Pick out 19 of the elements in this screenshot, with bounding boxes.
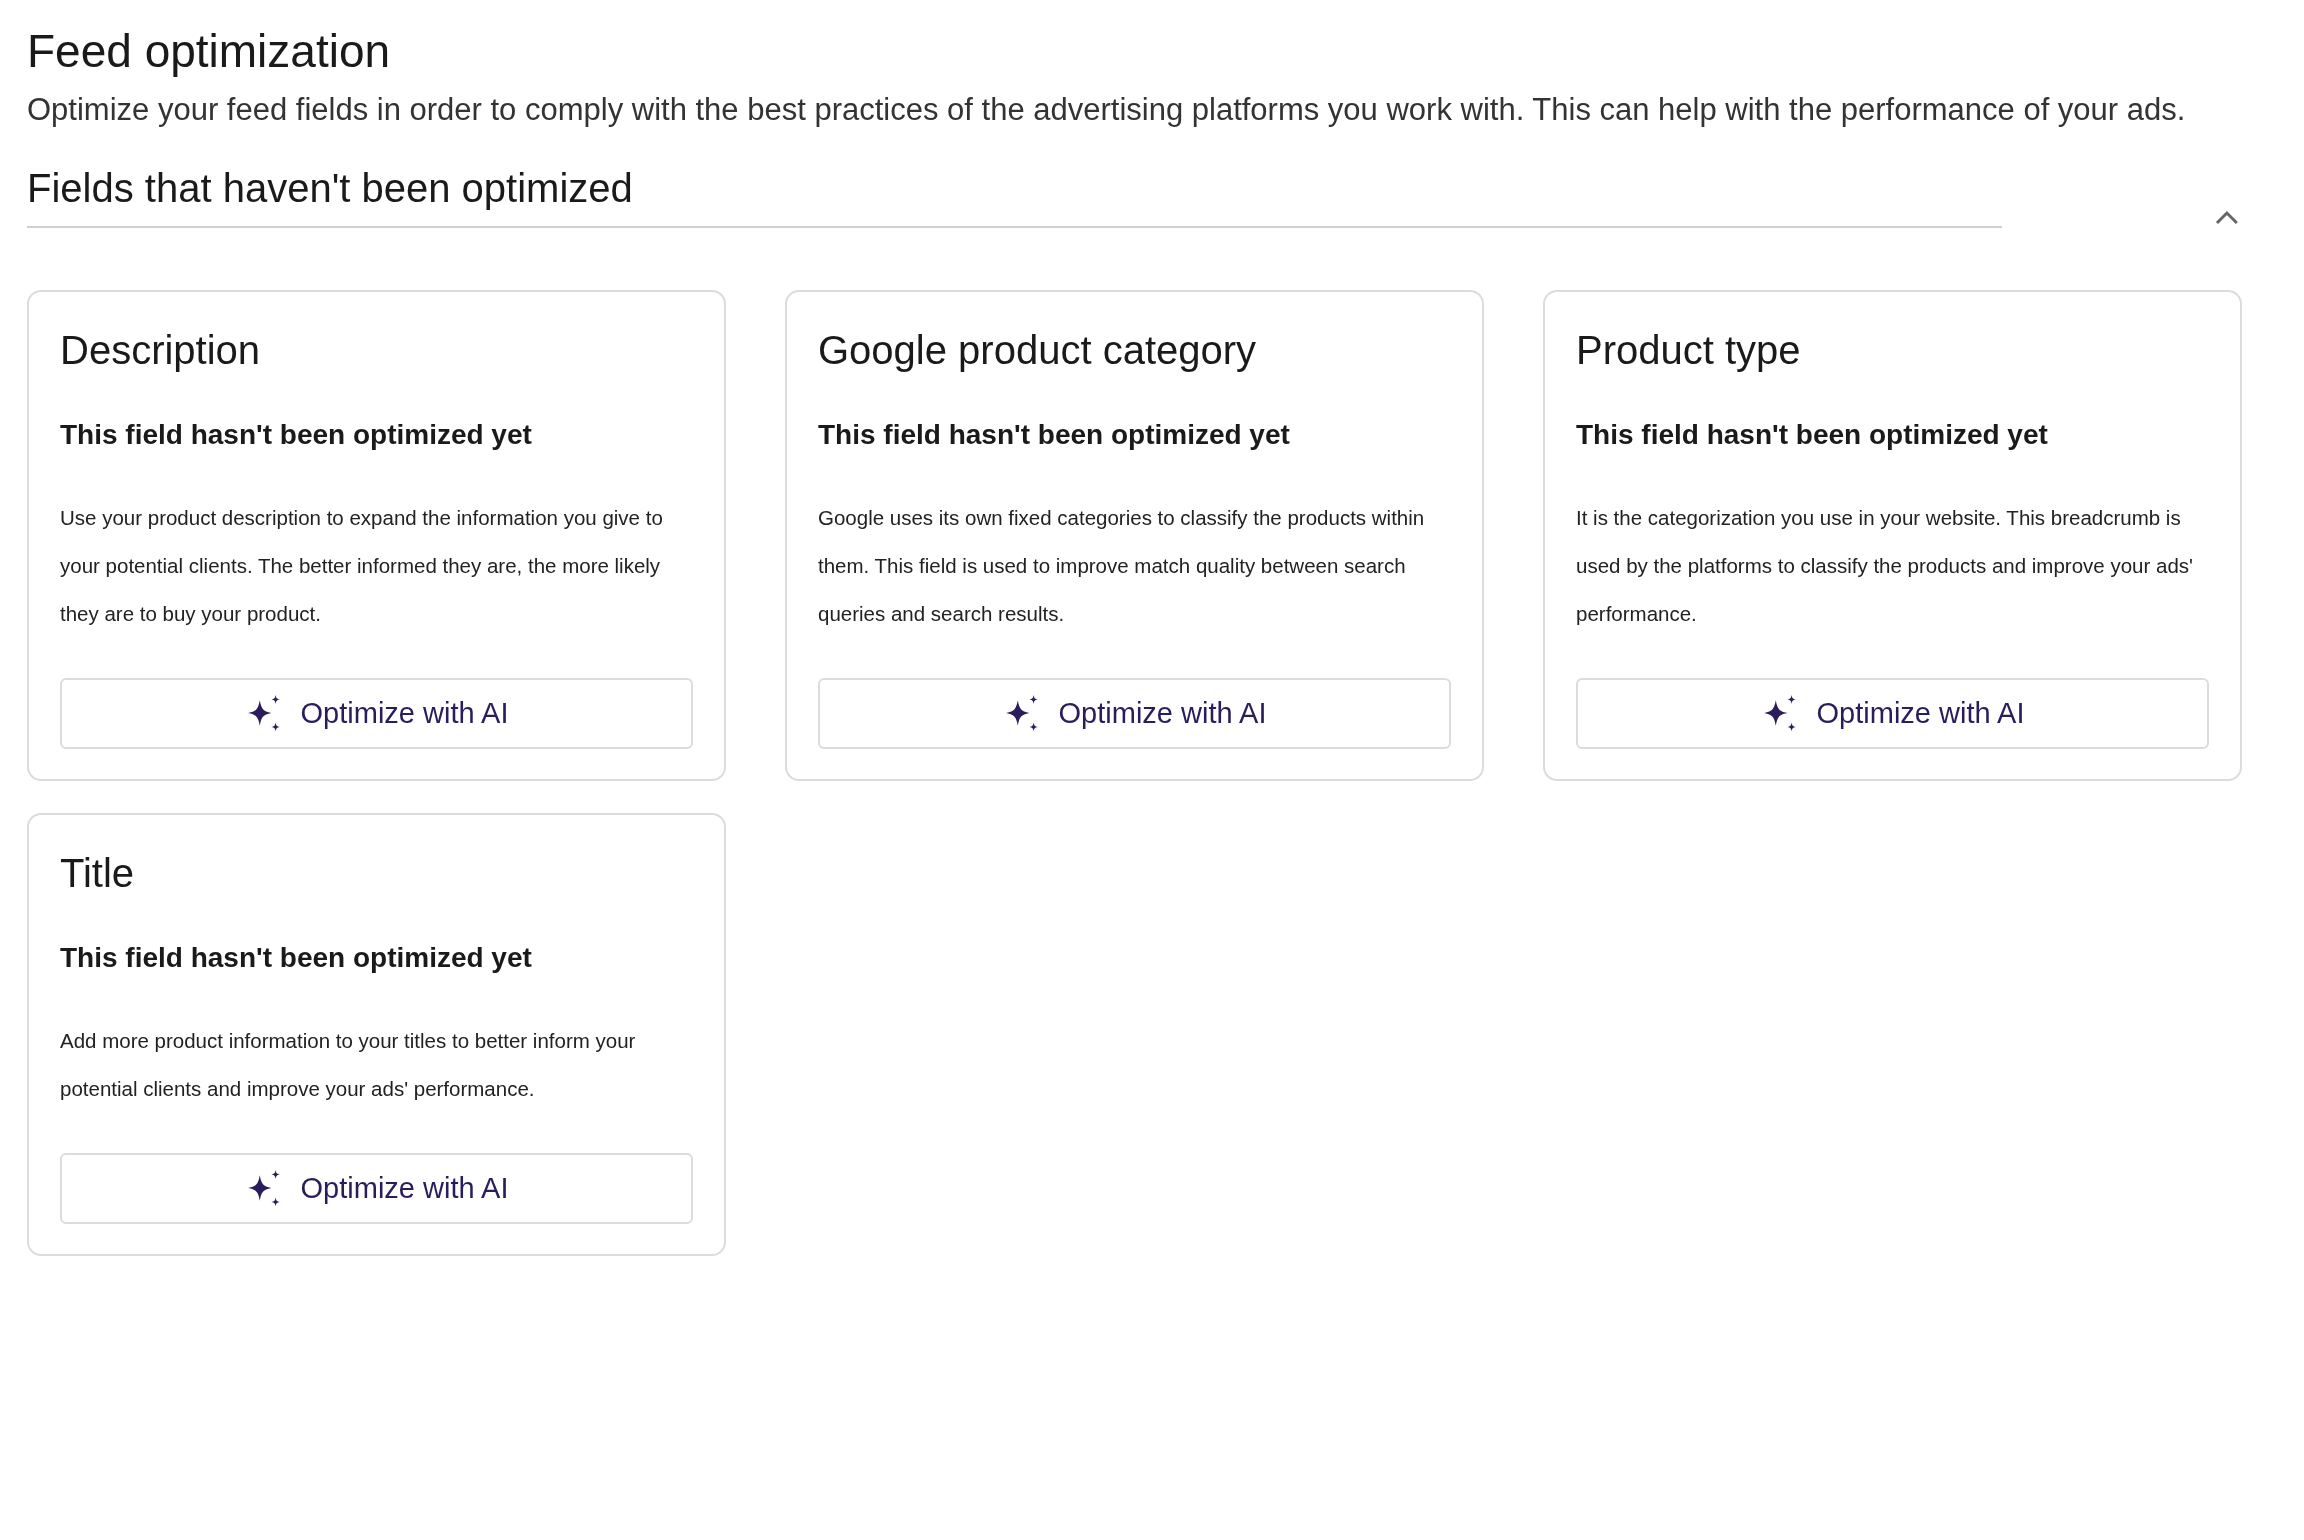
optimize-button[interactable]: Optimize with AI <box>60 1152 693 1224</box>
page-description: Optimize your feed fields in order to comply with the best practices of the advertising platforms you work with. This can help with the performance of your ads. <box>27 90 2187 129</box>
status-text: This field hasn't been optimized yet <box>60 417 533 452</box>
card-description: Add more product information to your titles to better inform your potential clients and improve your ads' performance. <box>60 1027 637 1102</box>
section-title: Fields that haven't been optimized <box>27 164 634 212</box>
optimize-button[interactable]: Optimize with AI <box>60 677 693 749</box>
status-text: This field hasn't been optimized yet <box>818 417 1291 452</box>
card-description: Use your product description to expand the information you give to your potential clients. The better informed they are, the more likely they are to buy your product. <box>60 504 664 627</box>
status-text: This field hasn't been optimized yet <box>1576 417 2049 452</box>
card-description: Google uses its own fixed categories to classify the products within them. This field is used to improve match quality between search queries and search results. <box>818 504 1426 627</box>
optimize-button[interactable]: Optimize with AI <box>1576 677 2209 749</box>
status-text: This field hasn't been optimized yet <box>60 940 533 975</box>
card-title: Product type <box>1576 326 1802 374</box>
card-title: Google product category <box>818 326 1258 374</box>
page-title: Feed optimization <box>27 24 392 79</box>
card-description: It is the categorization you use in your website. This breadcrumb is used by the platforms to classify the products and improve your ads' performance. <box>1576 504 2194 627</box>
optimize-button[interactable]: Optimize with AI <box>818 677 1451 749</box>
card-title: Description <box>60 326 262 374</box>
card-title: Title <box>60 849 136 897</box>
